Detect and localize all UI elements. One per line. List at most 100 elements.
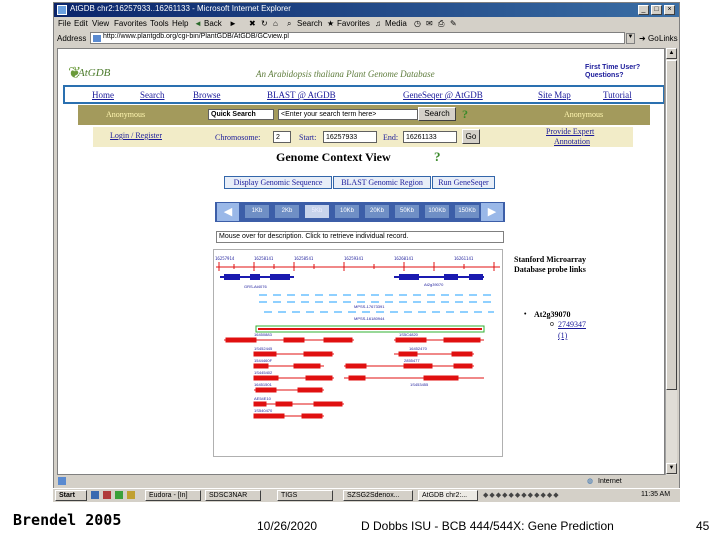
zoom-1kb[interactable]: 1Kb — [245, 205, 269, 218]
forward-arrow-icon[interactable]: ► — [229, 19, 237, 28]
region-go-button[interactable]: Go — [462, 129, 480, 144]
stop-icon[interactable]: ✖ — [249, 19, 256, 28]
tab-run-geneseqer[interactable]: Run GeneSeqer — [432, 176, 495, 189]
chevron-down-icon[interactable]: ▼ — [626, 33, 635, 44]
page-content: AtGDB ❦ An Arabidopsis thaliana Plant Ge… — [57, 48, 665, 475]
links-button[interactable]: Links — [659, 34, 678, 43]
probe-label-2: MPSS-16180944 — [354, 316, 385, 321]
gene-models[interactable]: GRS-At4076 At2g39070 — [220, 274, 484, 289]
atgdb-logo[interactable]: AtGDB — [78, 67, 110, 79]
genome-map[interactable]: 16257914 16258141 16258541 16259341 1626014… — [213, 249, 503, 457]
scroll-down-icon[interactable]: ▼ — [666, 463, 677, 474]
refresh-icon[interactable]: ↻ — [261, 19, 268, 28]
tab-display-genomic-sequence[interactable]: Display Genomic Sequence — [224, 176, 332, 189]
media-icon[interactable]: ♫ — [375, 19, 381, 28]
help-icon[interactable]: ? — [462, 107, 468, 122]
task-eudora[interactable]: Eudora - [In] — [145, 490, 201, 501]
close-icon[interactable]: × — [664, 5, 675, 15]
svg-text:At2g39070: At2g39070 — [424, 282, 444, 287]
end-input[interactable]: 16261133 — [403, 131, 457, 143]
scroll-left-icon[interactable]: ◀ — [217, 203, 239, 221]
ie-icon — [57, 5, 67, 15]
menu-help[interactable]: Help — [172, 19, 188, 28]
scroll-up-icon[interactable]: ▲ — [666, 48, 677, 59]
zoom-150kb[interactable]: 150Kb — [455, 205, 479, 218]
quicklaunch-icon-2[interactable] — [103, 491, 111, 499]
scroll-right-icon[interactable]: ▶ — [481, 203, 503, 221]
task-tigs[interactable]: TIGS — [277, 490, 333, 501]
minimize-icon[interactable]: _ — [638, 5, 649, 15]
task-szsg[interactable]: SZSG2Sdenox... — [343, 490, 413, 501]
gene-link[interactable]: At2g39070 — [534, 310, 570, 319]
first-time-user-link[interactable]: First Time User? — [585, 64, 640, 71]
address-go-button[interactable]: Go — [648, 34, 659, 43]
address-input[interactable]: http://www.plantgdb.org/cgi-bin/PlantGDB… — [90, 32, 625, 44]
login-register-link[interactable]: Login / Register — [110, 131, 162, 140]
back-button[interactable]: Back — [204, 19, 222, 28]
ruler-labels: 16257914 16258141 16258541 16259341 1626014… — [215, 256, 474, 261]
genome-map-graphic[interactable]: 16257914 16258141 16258541 16259341 1626014… — [214, 250, 502, 456]
start-button[interactable]: Start — [55, 490, 87, 501]
search-toolbar-button[interactable]: Search — [297, 19, 322, 28]
maximize-icon[interactable]: □ — [651, 5, 662, 15]
nav-site-map[interactable]: Site Map — [538, 90, 571, 100]
menu-tools[interactable]: Tools — [150, 19, 169, 28]
menu-edit[interactable]: Edit — [74, 19, 88, 28]
expert-annotation-link-2[interactable]: Annotation — [554, 137, 590, 146]
zoom-20kb[interactable]: 20Kb — [365, 205, 389, 218]
task-atgdb[interactable]: AtGDB chr2:... — [418, 490, 478, 501]
favorites-toolbar-button[interactable]: Favorites — [337, 19, 370, 28]
zoom-10kb[interactable]: 10Kb — [335, 205, 359, 218]
gcv-help-icon[interactable]: ? — [434, 149, 441, 165]
nav-tutorial[interactable]: Tutorial — [603, 90, 632, 100]
media-toolbar-button[interactable]: Media — [385, 19, 407, 28]
tab-blast-genomic-region[interactable]: BLAST Genomic Region — [333, 176, 431, 189]
address-bar: Address http://www.plantgdb.org/cgi-bin/… — [54, 31, 679, 46]
print-icon[interactable]: ⎙ — [438, 19, 444, 29]
nav-browse[interactable]: Browse — [193, 90, 221, 100]
zoom-bar: ◀ 1Kb 2Kb 5Kb 10Kb 20Kb 50Kb 100Kb 150Kb… — [215, 202, 505, 222]
nav-blast[interactable]: BLAST @ AtGDB — [267, 90, 336, 100]
quick-search-select[interactable]: Quick Search — [208, 109, 274, 120]
quicklaunch-icon-4[interactable] — [127, 491, 135, 499]
probe-count-link[interactable]: (1) — [558, 331, 567, 340]
expert-annotation-link-1[interactable]: Provide Expert — [546, 127, 594, 136]
start-input[interactable]: 16257933 — [323, 131, 377, 143]
window-title: AtGDB chr2:16257933..16261133 - Microsof… — [70, 4, 291, 13]
history-icon[interactable]: ◷ — [414, 19, 421, 28]
nav-search[interactable]: Search — [140, 90, 165, 100]
window-titlebar[interactable]: AtGDB chr2:16257933..16261133 - Microsof… — [54, 3, 679, 17]
svg-text:2855477: 2855477 — [404, 358, 420, 363]
questions-link[interactable]: Questions? — [585, 72, 624, 79]
menu-view[interactable]: View — [92, 19, 109, 28]
chromosome-select[interactable]: 2 — [273, 131, 291, 143]
zoom-50kb[interactable]: 50Kb — [395, 205, 419, 218]
zoom-2kb[interactable]: 2Kb — [275, 205, 299, 218]
menu-file[interactable]: File — [58, 19, 71, 28]
back-arrow-icon[interactable]: ◄ — [194, 19, 202, 28]
zoom-100kb[interactable]: 100Kb — [425, 205, 449, 218]
search-icon[interactable]: ⌕ — [287, 19, 291, 29]
edit-icon[interactable]: ✎ — [450, 19, 457, 28]
stanford-heading-2: Database probe links — [514, 265, 586, 274]
svg-text:GRS-At4076: GRS-At4076 — [244, 284, 267, 289]
quicklaunch-icon-3[interactable] — [115, 491, 123, 499]
tray-icons[interactable]: ◆◆◆◆◆◆◆◆◆◆◆◆ — [483, 491, 560, 499]
search-button[interactable]: Search — [418, 107, 456, 121]
probe-link[interactable]: 2749347 — [558, 320, 586, 329]
menu-favorites[interactable]: Favorites — [114, 19, 147, 28]
go-arrow-icon[interactable]: ➜ — [639, 34, 646, 43]
nav-home[interactable]: Home — [92, 90, 114, 100]
nav-geneseqer[interactable]: GeneSeqer @ AtGDB — [403, 90, 483, 100]
svg-text:1S445402: 1S445402 — [254, 370, 273, 375]
vertical-scrollbar[interactable]: ▲ ▼ — [665, 48, 677, 475]
home-icon[interactable]: ⌂ — [273, 19, 278, 28]
task-sdsc[interactable]: SDSC3NAR — [205, 490, 261, 501]
favorites-icon[interactable]: ★ — [327, 19, 334, 28]
svg-text:16260141: 16260141 — [394, 256, 414, 261]
search-input[interactable]: <Enter your search term here> — [278, 109, 418, 120]
quicklaunch-icon-1[interactable] — [91, 491, 99, 499]
scroll-thumb[interactable] — [666, 60, 677, 390]
zoom-5kb[interactable]: 5Kb — [305, 205, 329, 218]
mail-icon[interactable]: ✉ — [426, 19, 433, 28]
